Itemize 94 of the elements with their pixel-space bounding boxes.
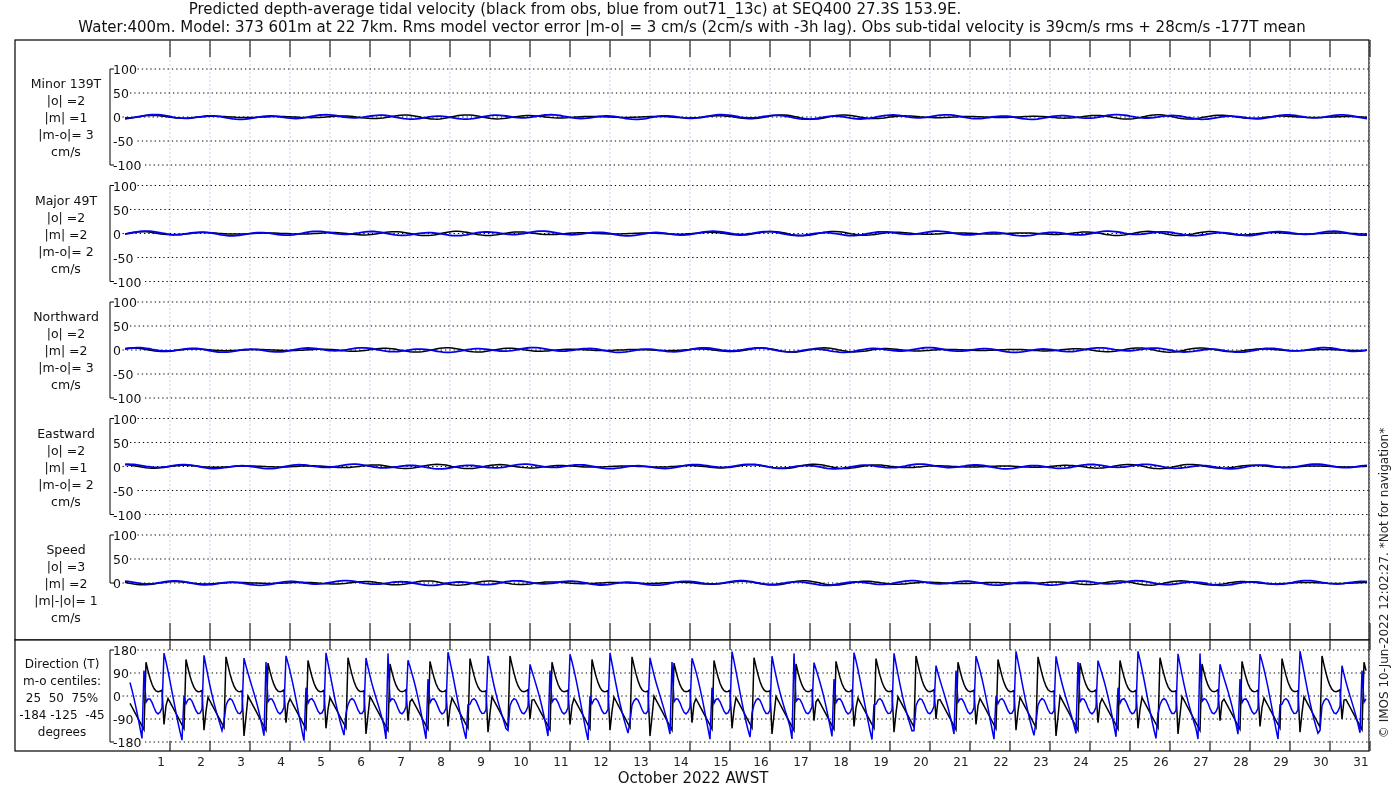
x-tick-label: 25 [1113, 755, 1129, 769]
x-tick-label: 15 [713, 755, 729, 769]
x-tick-label: 5 [317, 755, 325, 769]
panel-label: cm/s [51, 493, 81, 509]
x-tick-label: 9 [477, 755, 485, 769]
x-tick-label: 7 [397, 755, 405, 769]
panel-label: |o| =2 [46, 93, 86, 108]
panel-label: |m| =1 [44, 459, 88, 475]
x-tick-label: 18 [833, 755, 849, 769]
panel-label: |m-o|= 3 [38, 360, 94, 375]
x-tick-label: 30 [1313, 755, 1329, 769]
panel-label: Speed [46, 542, 86, 557]
x-tick-label: 8 [437, 755, 445, 769]
panel-label: |m|-|o|= 1 [34, 593, 98, 608]
x-tick-label: 4 [277, 755, 285, 769]
x-tick-label: 31 [1353, 755, 1369, 769]
y-tick-label: -100 [113, 274, 142, 290]
x-tick-label: 27 [1193, 755, 1209, 769]
y-tick-label: 0 [113, 343, 121, 358]
credit-text: © IMOS 10-Jun-2022 12:02:27. *Not for navigation* [1377, 427, 1391, 739]
y-tick-label: -50 [113, 250, 134, 266]
panel-label: |m| =1 [44, 110, 88, 125]
x-tick-label: 13 [633, 755, 649, 769]
y-tick-label: 0 [113, 110, 121, 125]
y-tick-label: -100 [113, 391, 142, 406]
panel-label: Northward [33, 309, 99, 324]
panel-label: |m-o|= 2 [38, 243, 94, 259]
y-tick-label: 100 [113, 528, 137, 543]
x-tick-label: 23 [1033, 755, 1049, 769]
panel-label: |o| =2 [46, 209, 86, 225]
x-tick-label: 29 [1273, 755, 1289, 769]
panel-label: |m| =2 [44, 343, 88, 358]
chart-subtitle: Water:400m. Model: 373 601m at 22 7km. Rms model vector error |m-o| = 3 cm/s (2cm/s with -3h lag). Obs sub-tidal velocity is 39cm/s rms + 28cm/s -177T mean [78, 18, 1306, 36]
y-tick-label: -50 [113, 367, 134, 382]
panel-label: Major 49T [34, 192, 98, 208]
y-tick-label: 0 [113, 689, 121, 704]
x-tick-label: 21 [953, 755, 969, 769]
y-tick-label: 50 [113, 435, 129, 451]
y-tick-label: 50 [113, 552, 129, 567]
y-tick-label: 100 [113, 295, 137, 310]
chart-title: Predicted depth-average tidal velocity (black from obs, blue from out71_13c) at SEQ400 27.3S 153.9E. [188, 0, 962, 18]
y-tick-label: 100 [113, 411, 137, 427]
y-tick-label: 0 [113, 576, 121, 591]
x-tick-label: 3 [237, 755, 245, 769]
y-tick-label: 50 [113, 202, 129, 218]
y-tick-label: 100 [113, 62, 137, 77]
y-tick-label: 50 [113, 319, 129, 334]
x-tick-label: 10 [513, 755, 529, 769]
panel-label: m-o centiles: [23, 674, 101, 688]
x-tick-label: 6 [357, 755, 365, 769]
y-axis [109, 534, 115, 584]
panel-label: degrees [37, 725, 87, 739]
x-tick-label: 14 [673, 755, 689, 769]
panel-label: cm/s [51, 377, 81, 392]
panel-label: |o| =3 [46, 559, 86, 574]
panel-label: |m-o|= 3 [38, 127, 94, 142]
y-tick-label: -100 [113, 507, 142, 523]
x-tick-label: 28 [1233, 755, 1249, 769]
panel-label: Eastward [37, 425, 95, 441]
x-tick-label: 19 [873, 755, 889, 769]
y-tick-label: -50 [113, 134, 134, 149]
y-tick-label: -50 [113, 483, 134, 499]
x-tick-label: 11 [553, 755, 569, 769]
x-tick-label: 1 [157, 755, 165, 769]
y-tick-label: 0 [113, 459, 121, 475]
y-tick-label: 50 [113, 86, 129, 101]
panel-label: Minor 139T [30, 76, 102, 91]
x-tick-label: 17 [793, 755, 809, 769]
x-tick-label: 22 [993, 755, 1009, 769]
panel-label: |o| =2 [46, 326, 86, 341]
y-tick-label: 180 [113, 643, 137, 658]
x-axis-label: October 2022 AWST [617, 769, 769, 787]
y-tick-label: 100 [113, 178, 137, 194]
panel-label: cm/s [51, 610, 81, 625]
y-tick-label: -180 [113, 735, 142, 750]
y-tick-label: 90 [113, 666, 129, 681]
panel-label: Direction (T) [24, 657, 100, 671]
x-tick-label: 20 [913, 755, 929, 769]
x-tick-label: 16 [753, 755, 769, 769]
x-tick-label: 26 [1153, 755, 1169, 769]
panel-label: -184 -125 -45 [19, 708, 105, 722]
x-tick-label: 24 [1073, 755, 1089, 769]
panel-label: |m-o|= 2 [38, 476, 94, 492]
panel-label: |m| =2 [44, 576, 88, 591]
y-tick-label: -100 [113, 158, 142, 173]
y-tick-label: 0 [113, 226, 121, 242]
panel-label: |o| =2 [46, 442, 86, 458]
y-tick-label: -90 [113, 712, 134, 727]
panel-label: 25 50 75% [25, 691, 99, 705]
panel-label: |m| =2 [44, 226, 88, 242]
x-tick-label: 12 [593, 755, 609, 769]
x-tick-label: 2 [197, 755, 205, 769]
panel-label: cm/s [51, 144, 81, 159]
panel-label: cm/s [51, 260, 81, 276]
